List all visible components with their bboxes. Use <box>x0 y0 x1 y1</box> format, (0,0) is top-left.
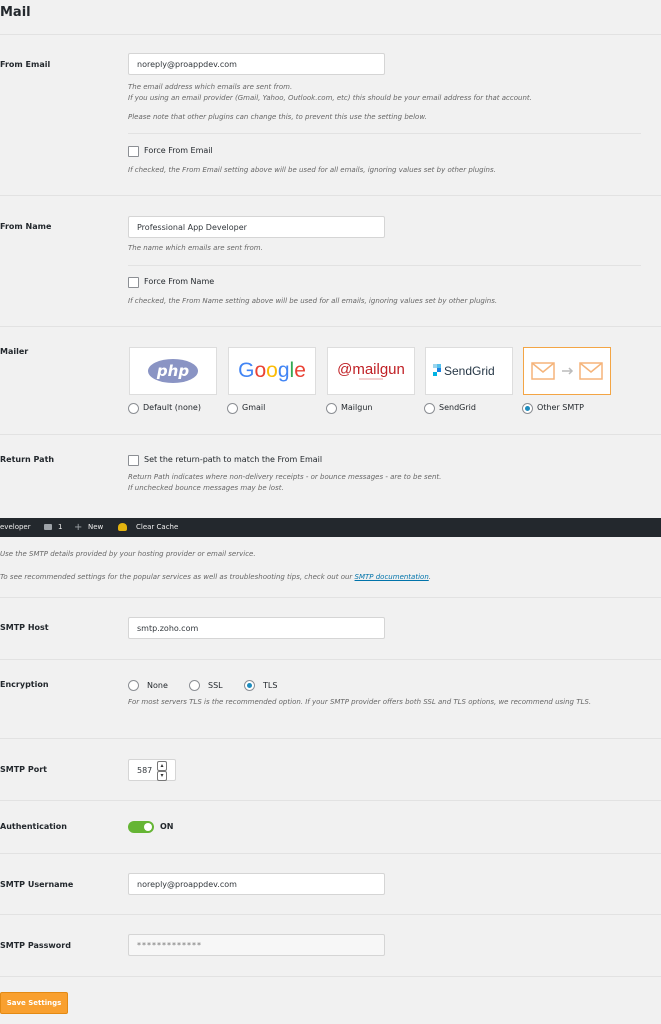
divider <box>0 34 661 35</box>
force-from-name-description: If checked, the From Name setting above … <box>128 297 498 305</box>
divider <box>0 326 661 327</box>
from-email-input[interactable]: noreply@proappdev.com <box>128 53 385 75</box>
from-name-input[interactable]: Professional App Developer <box>128 216 385 238</box>
plus-icon: + <box>74 522 83 533</box>
save-settings-button[interactable]: Save Settings <box>0 992 68 1014</box>
divider <box>128 133 641 134</box>
divider <box>0 800 661 801</box>
smtp-intro-description: Use the SMTP details provided by your ho… <box>0 550 256 558</box>
mailer-gmail-option[interactable]: Google <box>228 347 316 395</box>
encryption-radio-label: TLS <box>263 681 278 690</box>
divider <box>0 738 661 739</box>
mailer-php-option[interactable]: php <box>129 347 217 395</box>
encryption-label: Encryption <box>0 680 49 689</box>
encryption-description: For most servers TLS is the recommended … <box>128 698 592 706</box>
mailgun-logo: @mailgun <box>337 361 405 380</box>
mailer-radio-label: SendGrid <box>439 403 476 412</box>
divider <box>0 659 661 660</box>
admin-bar-site-name[interactable]: eveloper <box>0 518 31 537</box>
divider <box>0 914 661 915</box>
svg-text:@mailgun: @mailgun <box>337 361 405 378</box>
mailer-radio-label: Default (none) <box>143 403 201 412</box>
smtp-password-label: SMTP Password <box>0 941 71 950</box>
from-name-description: The name which emails are sent from. <box>128 244 263 252</box>
divider <box>0 597 661 598</box>
smtp-username-label: SMTP Username <box>0 880 74 889</box>
svg-text:SendGrid: SendGrid <box>444 364 495 378</box>
php-logo: php <box>148 359 198 383</box>
smtp-documentation-link[interactable]: SMTP documentation <box>355 573 429 581</box>
divider <box>0 434 661 435</box>
spin-down-icon[interactable]: ▾ <box>157 771 167 781</box>
mailer-radio-gmail[interactable] <box>227 403 238 414</box>
comment-icon <box>44 524 52 530</box>
authentication-label: Authentication <box>0 822 67 831</box>
force-from-email-checkbox[interactable] <box>128 146 139 157</box>
authentication-toggle[interactable] <box>128 821 154 833</box>
section-title: Mail <box>0 5 31 20</box>
encryption-radio-ssl[interactable] <box>189 680 200 691</box>
cache-icon <box>118 523 127 531</box>
envelope-arrow-icon <box>531 362 603 380</box>
return-path-description: Return Path indicates where non-delivery… <box>128 473 442 492</box>
divider <box>0 853 661 854</box>
svg-text:Google: Google <box>238 359 306 382</box>
return-path-checkbox-label: Set the return-path to match the From Em… <box>144 455 323 464</box>
mailer-radio-label: Other SMTP <box>537 403 584 412</box>
smtp-host-input[interactable]: smtp.zoho.com <box>128 617 385 639</box>
authentication-state: ON <box>160 822 174 831</box>
smtp-password-input[interactable]: ************* <box>128 934 385 956</box>
admin-bar-comments-count[interactable]: 1 <box>58 518 62 537</box>
mailer-radio-label: Gmail <box>242 403 266 412</box>
mailer-radio-default[interactable] <box>128 403 139 414</box>
admin-bar: eveloper 1 + New Clear Cache <box>0 518 661 537</box>
encryption-radio-none[interactable] <box>128 680 139 691</box>
admin-bar-clear-cache[interactable]: Clear Cache <box>136 518 178 537</box>
mailer-radio-mailgun[interactable] <box>326 403 337 414</box>
return-path-checkbox[interactable] <box>128 455 139 466</box>
mailer-radio-sendgrid[interactable] <box>424 403 435 414</box>
force-from-name-label: Force From Name <box>144 277 215 286</box>
from-email-label: From Email <box>0 60 51 69</box>
google-logo: Google <box>238 359 306 382</box>
mailer-label: Mailer <box>0 347 29 356</box>
mailer-mailgun-option[interactable]: @mailgun <box>327 347 415 395</box>
smtp-port-input[interactable]: 587 <box>128 759 176 781</box>
return-path-label: Return Path <box>0 455 55 464</box>
divider <box>0 195 661 196</box>
admin-bar-new[interactable]: New <box>88 518 103 537</box>
from-email-description: The email address which emails are sent … <box>128 83 532 121</box>
divider <box>0 976 661 977</box>
smtp-port-label: SMTP Port <box>0 765 47 774</box>
encryption-radio-label: SSL <box>208 681 223 690</box>
mailer-radio-label: Mailgun <box>341 403 373 412</box>
mailer-sendgrid-option[interactable]: SendGrid <box>425 347 513 395</box>
sendgrid-logo: SendGrid <box>433 364 495 378</box>
encryption-radio-label: None <box>147 681 168 690</box>
mailer-radio-other-smtp[interactable] <box>522 403 533 414</box>
force-from-email-description: If checked, the From Email setting above… <box>128 166 496 174</box>
force-from-name-checkbox[interactable] <box>128 277 139 288</box>
force-from-email-label: Force From Email <box>144 146 213 155</box>
spin-up-icon[interactable]: ▴ <box>157 761 167 771</box>
divider <box>128 265 641 266</box>
from-name-label: From Name <box>0 222 52 231</box>
smtp-host-label: SMTP Host <box>0 623 49 632</box>
encryption-radio-tls[interactable] <box>244 680 255 691</box>
svg-text:php: php <box>156 362 189 380</box>
mailer-other-smtp-option[interactable] <box>523 347 611 395</box>
smtp-doc-description: To see recommended settings for the popu… <box>0 573 431 581</box>
smtp-username-input[interactable]: noreply@proappdev.com <box>128 873 385 895</box>
